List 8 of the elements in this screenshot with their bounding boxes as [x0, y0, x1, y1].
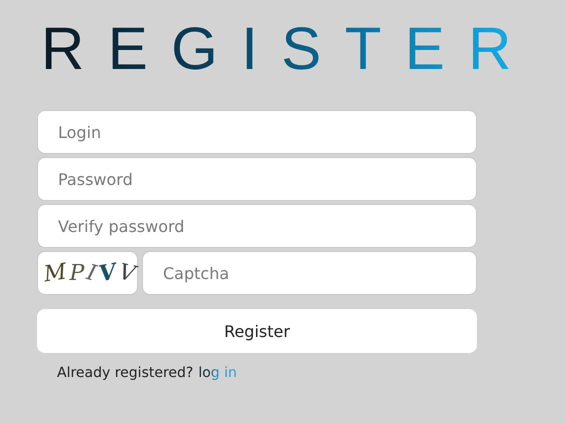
- captcha-field[interactable]: Captcha: [142, 251, 477, 295]
- input-field[interactable]: Login: [37, 110, 477, 154]
- captcha-image: MPIVV: [37, 251, 138, 295]
- login-link[interactable]: log in: [198, 365, 237, 381]
- register-button[interactable]: Register: [37, 309, 477, 353]
- footer-text: Already registered?: [57, 365, 194, 381]
- input-field[interactable]: Verify password: [37, 204, 477, 248]
- input-field[interactable]: Password: [37, 157, 477, 201]
